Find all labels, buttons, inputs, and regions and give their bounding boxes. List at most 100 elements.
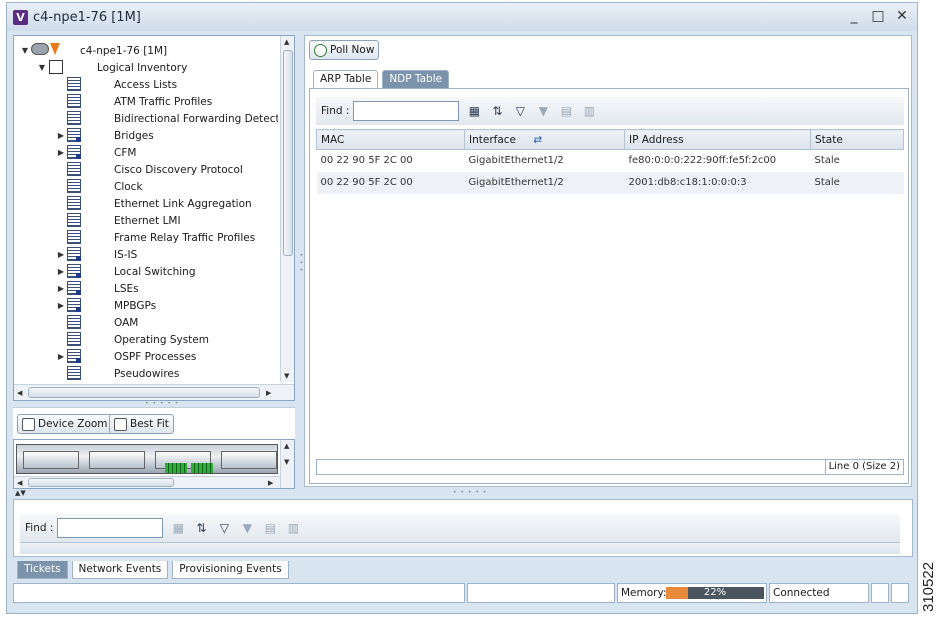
scroll-up-icon[interactable]: ▲ <box>284 38 289 46</box>
scroll-left-icon[interactable]: ◀ <box>17 479 22 487</box>
cell-interface: GigabitEthernet1/2 <box>468 155 564 167</box>
find-toolbar: Find : ▦ ⇅ ▽ ▼ ▤ ▥ <box>316 97 904 125</box>
column-header-ip-address[interactable]: IP Address <box>624 129 811 150</box>
scroll-right-icon[interactable]: ▶ <box>268 479 273 487</box>
filter-icon[interactable]: ▽ <box>216 520 232 536</box>
collapse-arrow-icon[interactable]: ▼ <box>37 63 47 72</box>
inventory-tree: ▼ c4-npe1-76 [1M] ▼ Logical Inventory Ac… <box>14 36 278 382</box>
tab-network-events[interactable]: Network Events <box>71 561 169 579</box>
print-icon[interactable]: ▥ <box>581 103 597 119</box>
list-icon <box>67 349 81 363</box>
list-icon <box>67 94 81 108</box>
tree-item-label: Access Lists <box>114 78 178 91</box>
poll-now-button[interactable]: Poll Now <box>309 40 380 60</box>
advanced-filter-icon[interactable]: ▼ <box>535 103 551 119</box>
column-header-mac[interactable]: MAC <box>316 129 465 150</box>
device-view[interactable]: ▲ ▼ ◀ ▶ <box>13 439 295 489</box>
tree-vertical-scrollbar[interactable]: ▲ ▼ <box>280 36 294 382</box>
collapse-panel-icon[interactable]: ▲▼ <box>15 489 26 497</box>
close-button[interactable]: ✕ <box>895 8 909 24</box>
cell-ip-address: 2001:db8:c18:1:0:0:0:3 <box>624 171 811 194</box>
port-leds <box>165 463 187 473</box>
sort-az-icon[interactable]: ⇅ <box>489 103 505 119</box>
cell-interface: GigabitEthernet1/2 <box>464 171 625 194</box>
scroll-thumb[interactable] <box>283 50 293 256</box>
device-vertical-scrollbar[interactable]: ▲ ▼ <box>280 440 294 488</box>
expand-arrow-icon[interactable]: ▶ <box>56 148 66 157</box>
list-icon <box>67 128 81 142</box>
expand-arrow-icon[interactable]: ▶ <box>56 250 66 259</box>
table-row[interactable]: 00 22 90 5F 2C 00 GigabitEthernet1/2 fe8… <box>317 150 904 172</box>
tab-provisioning-events[interactable]: Provisioning Events <box>172 561 289 579</box>
list-icon <box>67 213 81 227</box>
status-indicator <box>891 583 909 603</box>
scroll-thumb[interactable] <box>28 387 260 398</box>
find-input[interactable] <box>57 518 164 538</box>
splitter-handle[interactable]: • • • • • <box>453 489 487 496</box>
tab-arp-table[interactable]: ARP Table <box>313 70 379 88</box>
fit-icon <box>114 417 127 431</box>
router-icon <box>31 43 49 55</box>
column-chooser-icon[interactable]: ▦ <box>170 520 186 536</box>
table-row[interactable]: 00 22 90 5F 2C 00 GigabitEthernet1/2 200… <box>316 171 904 194</box>
window-title: c4-npe1-76 [1M] <box>33 9 141 25</box>
tree-item-label: MPBGPs <box>114 299 157 312</box>
list-icon <box>67 145 81 159</box>
list-icon <box>67 366 81 380</box>
device-zoom-button[interactable]: Device Zoom <box>17 414 113 434</box>
splitter-handle[interactable]: • • • <box>297 253 304 272</box>
maximize-button[interactable]: □ <box>871 8 885 24</box>
export-icon[interactable]: ▤ <box>262 520 278 536</box>
list-icon <box>67 247 81 261</box>
expand-arrow-icon[interactable]: ▶ <box>56 131 66 140</box>
best-fit-button[interactable]: Best Fit <box>109 414 174 434</box>
column-header-state[interactable]: State <box>810 129 904 150</box>
details-pane: Poll Now ARP Table NDP Table Find : ▦ ⇅ … <box>304 35 912 487</box>
list-icon <box>67 315 81 329</box>
scroll-down-icon[interactable]: ▼ <box>284 458 289 466</box>
find-label: Find : <box>25 522 54 534</box>
expand-arrow-icon[interactable]: ▶ <box>56 301 66 310</box>
tree-horizontal-scrollbar[interactable]: ◀ ▶ <box>14 384 294 400</box>
expand-arrow-icon[interactable]: ▶ <box>56 284 66 293</box>
column-chooser-icon[interactable]: ▦ <box>466 103 482 119</box>
ndp-table: MAC Interface ⇄ IP Address State 00 22 9… <box>316 129 904 194</box>
chassis-slot <box>89 451 145 469</box>
list-icon <box>67 162 81 176</box>
device-zoom-label: Device Zoom <box>38 418 108 430</box>
tree-item-label: Pseudowires <box>114 367 180 380</box>
tab-tickets[interactable]: Tickets <box>17 561 68 579</box>
print-icon[interactable]: ▥ <box>285 520 301 536</box>
find-input[interactable] <box>353 101 460 121</box>
scroll-up-icon[interactable]: ▲ <box>284 442 289 450</box>
collapse-arrow-icon[interactable]: ▼ <box>20 46 30 55</box>
list-icon <box>67 230 81 244</box>
export-icon[interactable]: ▤ <box>558 103 574 119</box>
status-field <box>467 583 615 603</box>
scroll-left-icon[interactable]: ◀ <box>17 389 22 397</box>
device-horizontal-scrollbar[interactable]: ◀ ▶ <box>14 476 280 488</box>
advanced-filter-icon[interactable]: ▼ <box>239 520 255 536</box>
scroll-thumb[interactable] <box>28 478 174 487</box>
expand-arrow-icon[interactable]: ▶ <box>56 267 66 276</box>
find-toolbar: Find : ▦ ⇅ ▽ ▼ ▤ ▥ <box>20 514 900 542</box>
minimize-button[interactable]: _ <box>847 8 861 24</box>
scroll-down-icon[interactable]: ▼ <box>284 372 289 380</box>
list-icon <box>67 332 81 346</box>
cell-state: Stale <box>814 155 840 167</box>
column-header-label: Interface <box>469 133 517 146</box>
tab-ndp-table[interactable]: NDP Table <box>382 70 450 88</box>
expand-arrow-icon[interactable]: ▶ <box>56 352 66 361</box>
tree-item-label: IS-IS <box>114 248 138 261</box>
best-fit-label: Best Fit <box>130 418 169 430</box>
sort-az-icon[interactable]: ⇅ <box>193 520 209 536</box>
inventory-tree-panel: ▼ c4-npe1-76 [1M] ▼ Logical Inventory Ac… <box>13 35 295 401</box>
filter-icon[interactable]: ▽ <box>512 103 528 119</box>
sort-indicator-icon: ⇄ <box>533 133 543 146</box>
scroll-right-icon[interactable]: ▶ <box>266 389 271 397</box>
main-window: V c4-npe1-76 [1M] _ □ ✕ ▼ c4-npe1-76 [1M… <box>6 2 918 614</box>
line-count: Line 0 (Size 2) <box>824 460 903 474</box>
column-header-interface[interactable]: Interface ⇄ <box>464 129 625 150</box>
splitter-handle[interactable]: • • • • • <box>145 400 179 407</box>
events-panel: Find : ▦ ⇅ ▽ ▼ ▤ ▥ <box>13 499 913 557</box>
